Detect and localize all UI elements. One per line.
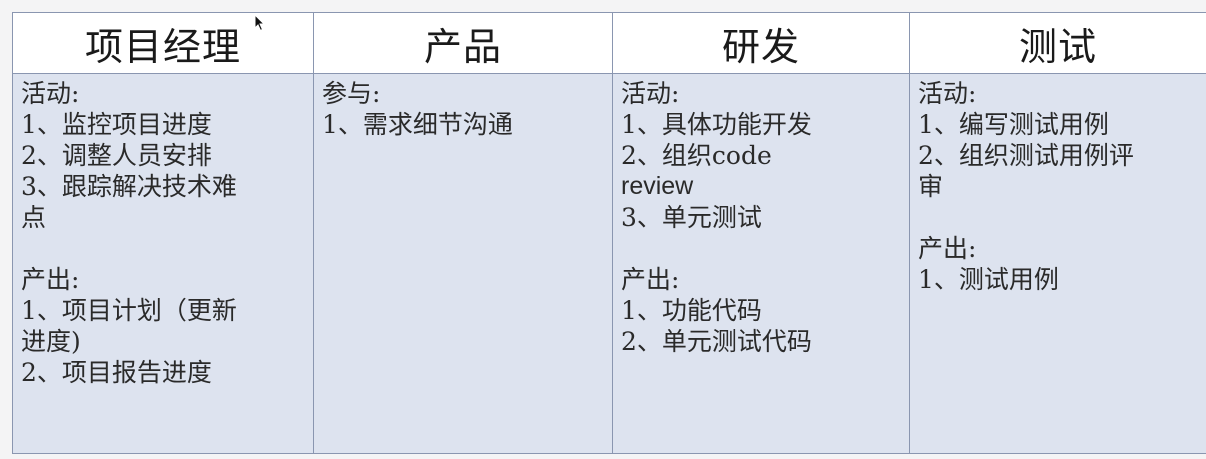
test-activity-item-2-cont: 审: [918, 172, 944, 201]
pm-activity-item-3-cont: 点: [21, 203, 47, 232]
dev-activity-heading: 活动:: [621, 79, 680, 108]
header-development: 研发: [612, 12, 910, 74]
cell-product: 参与: 1、需求细节沟通: [313, 73, 613, 454]
product-participate-heading: 参与:: [322, 79, 381, 108]
pm-activity-item-1: 1、监控项目进度: [21, 110, 212, 139]
test-output-item-1: 1、测试用例: [918, 265, 1059, 294]
dev-output-item-1: 1、功能代码: [621, 296, 762, 325]
pm-activity-item-2: 2、调整人员安排: [21, 141, 212, 170]
test-activity-heading: 活动:: [918, 79, 977, 108]
slide-page: 项目经理 产品 研发 测试 活动: 1、监控项目进度 2、调整人员安排 3、跟踪…: [0, 0, 1206, 459]
dev-activity-item-2: 2、组织code: [621, 141, 772, 170]
product-participate-item-1: 1、需求细节沟通: [322, 110, 513, 139]
dev-output-heading: 产出:: [621, 265, 680, 294]
header-testing: 测试: [909, 12, 1206, 74]
dev-activity-item-1: 1、具体功能开发: [621, 110, 812, 139]
test-activity-item-1: 1、编写测试用例: [918, 110, 1109, 139]
cell-project-manager: 活动: 1、监控项目进度 2、调整人员安排 3、跟踪解决技术难 点 产出: 1、…: [12, 73, 314, 454]
header-product: 产品: [313, 12, 613, 74]
pm-activity-heading: 活动:: [21, 79, 80, 108]
dev-activity-item-2-cont: review: [621, 172, 694, 200]
mouse-pointer-icon: [254, 14, 266, 32]
header-project-manager: 项目经理: [12, 12, 314, 74]
roles-table: 项目经理 产品 研发 测试 活动: 1、监控项目进度 2、调整人员安排 3、跟踪…: [12, 12, 1206, 454]
content-row: 活动: 1、监控项目进度 2、调整人员安排 3、跟踪解决技术难 点 产出: 1、…: [12, 73, 1206, 454]
block-spacer: [918, 202, 1200, 233]
dev-activity-item-3: 3、单元测试: [621, 203, 762, 232]
block-spacer: [621, 233, 903, 264]
test-activity-item-2: 2、组织测试用例评: [918, 141, 1134, 170]
block-spacer: [21, 233, 307, 264]
dev-output-item-2: 2、单元测试代码: [621, 327, 812, 356]
pm-output-item-2: 2、项目报告进度: [21, 358, 212, 387]
cell-testing: 活动: 1、编写测试用例 2、组织测试用例评 审 产出: 1、测试用例: [909, 73, 1206, 454]
test-output-heading: 产出:: [918, 234, 977, 263]
pm-output-item-1-cont: 进度): [21, 327, 81, 356]
pm-activity-item-3: 3、跟踪解决技术难: [21, 172, 237, 201]
pm-output-heading: 产出:: [21, 265, 80, 294]
header-row: 项目经理 产品 研发 测试: [12, 12, 1206, 74]
pm-output-item-1: 1、项目计划（更新: [21, 296, 237, 325]
cell-development: 活动: 1、具体功能开发 2、组织code review 3、单元测试 产出: …: [612, 73, 910, 454]
